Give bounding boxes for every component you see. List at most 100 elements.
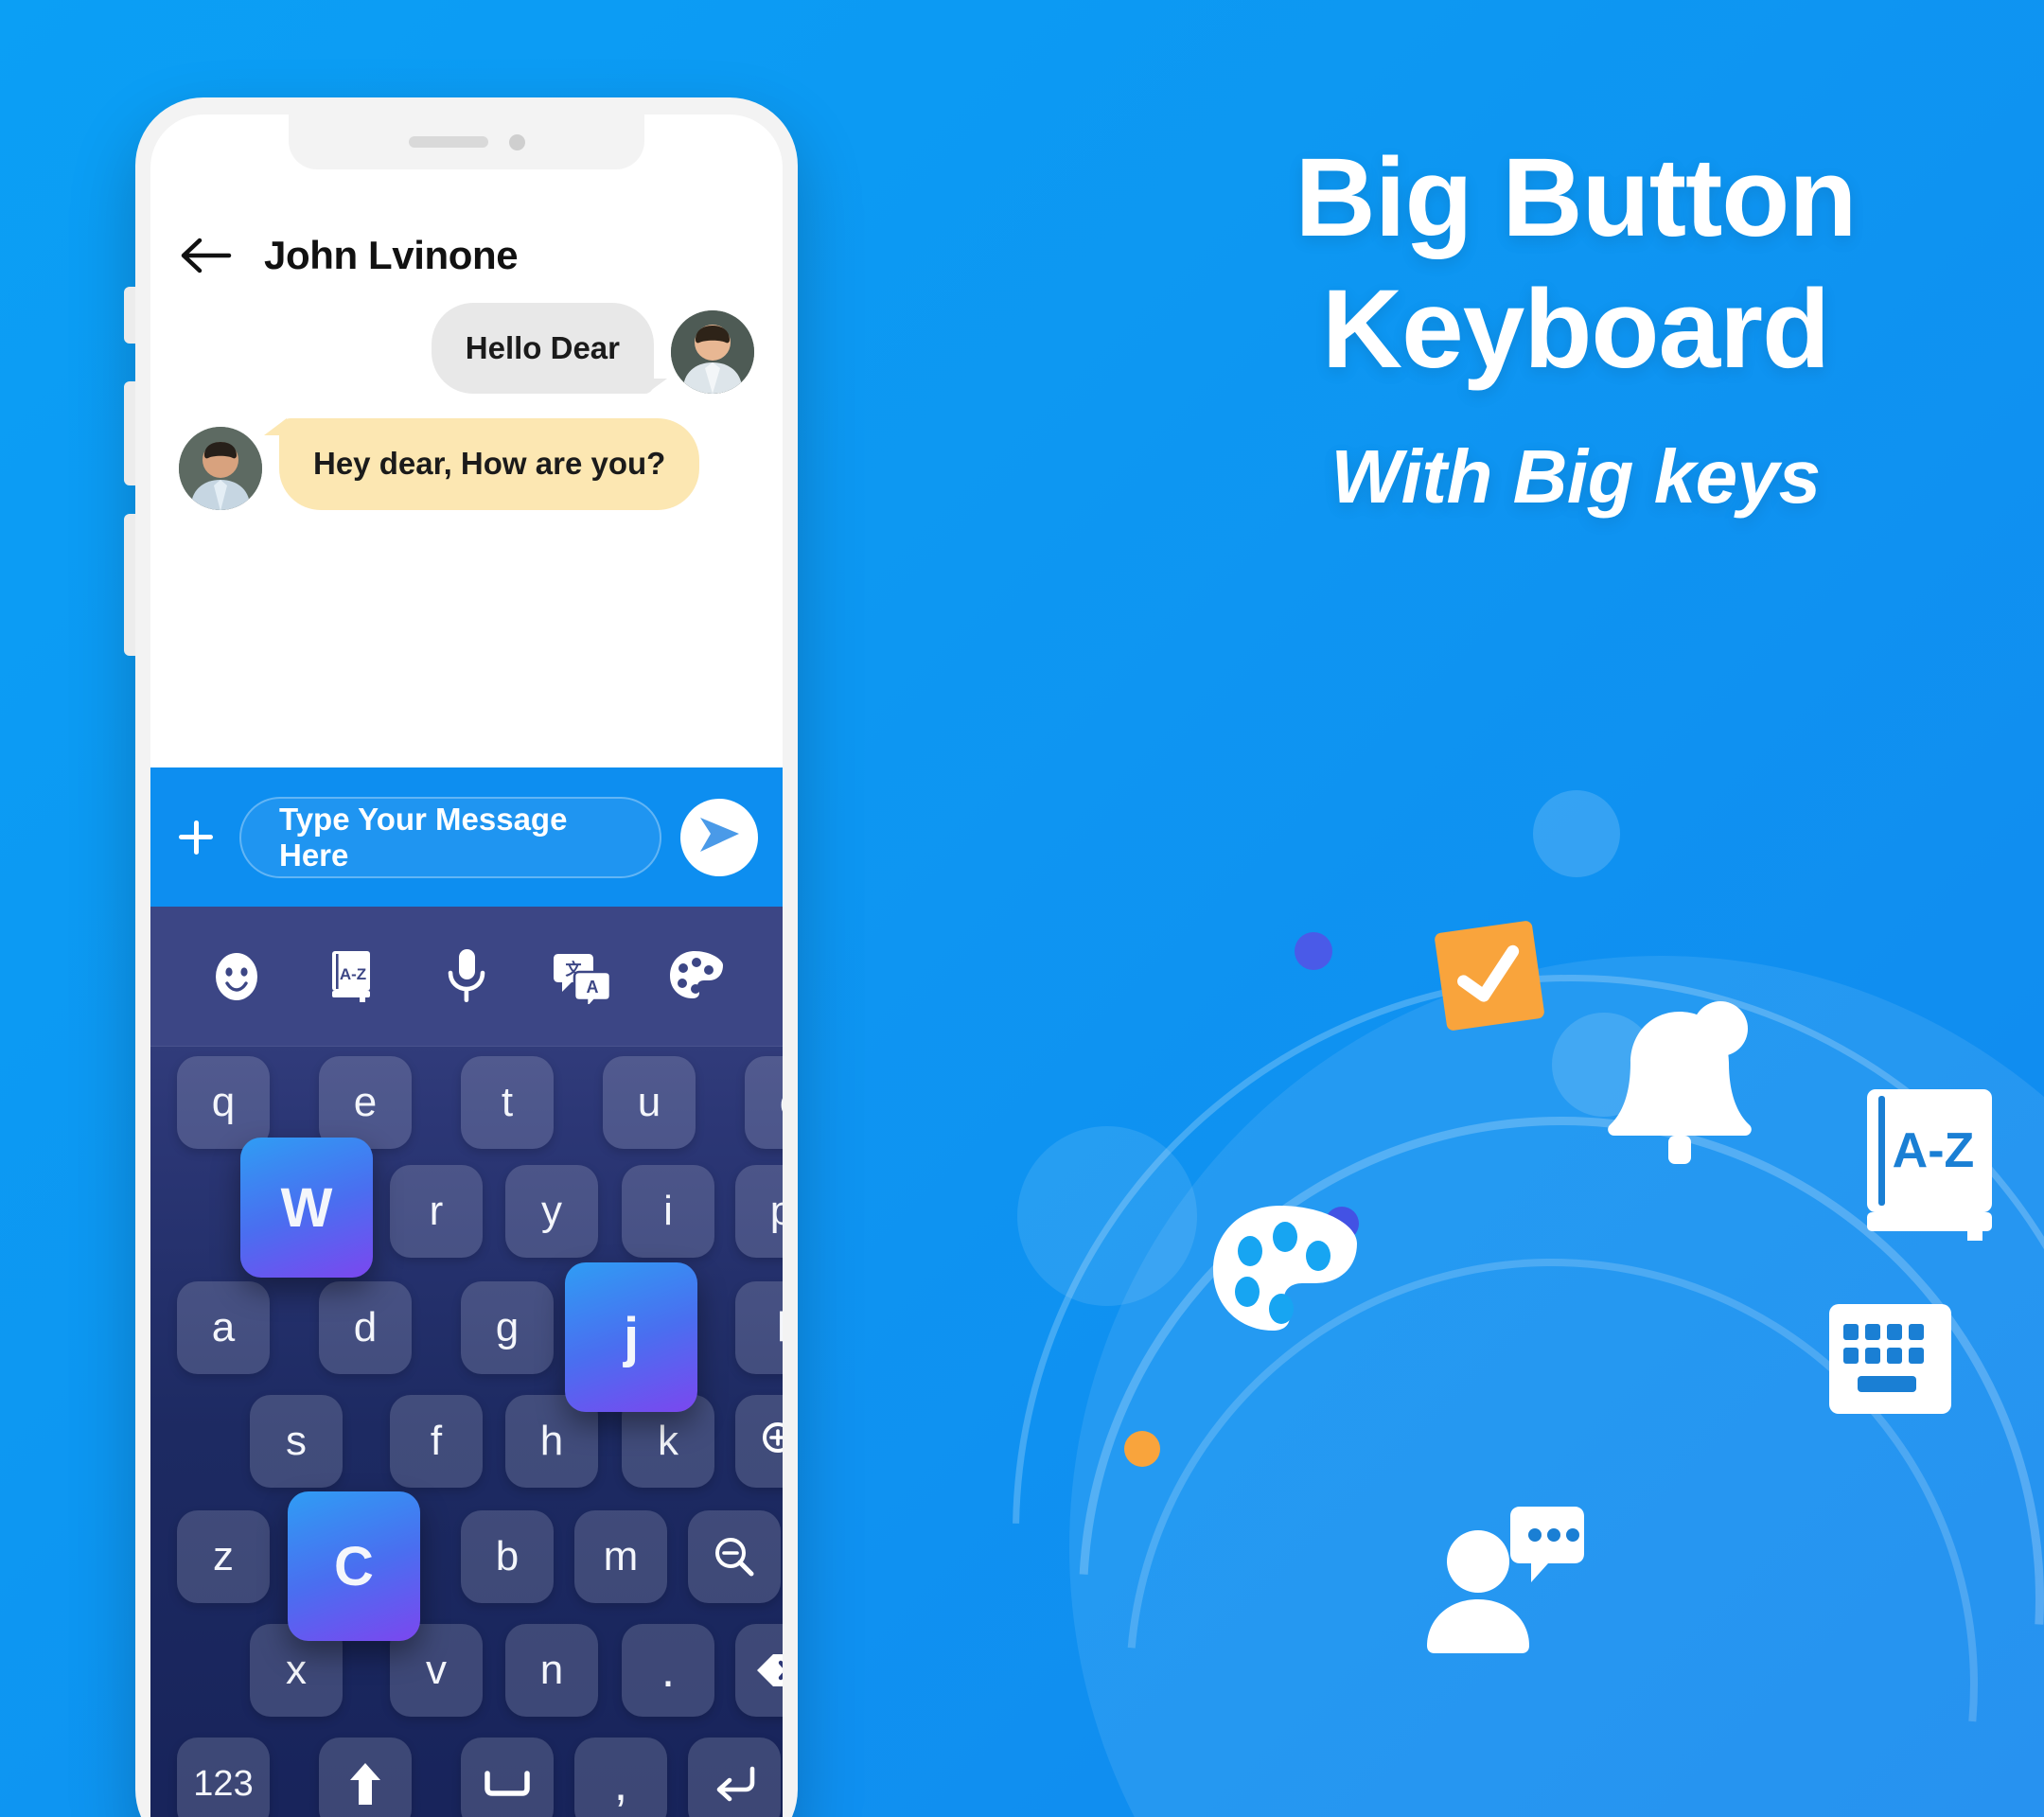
translate-icon[interactable]: 文 A xyxy=(553,947,611,1006)
promo-text-block: Big Button Keyboard With Big keys xyxy=(1173,132,1978,520)
person-chat-deco-icon xyxy=(1419,1495,1590,1656)
key-label: y xyxy=(541,1188,562,1234)
space-icon[interactable] xyxy=(461,1738,554,1817)
key-y[interactable]: y xyxy=(505,1165,598,1258)
phone-power-button[interactable] xyxy=(124,514,135,656)
promo-title-line2: Keyboard xyxy=(1321,267,1830,393)
user-avatar xyxy=(179,426,262,510)
key-f[interactable]: f xyxy=(390,1395,483,1488)
key-label: k xyxy=(658,1418,678,1464)
promo-title-line1: Big Button xyxy=(1295,135,1858,260)
contact-name: John Lvinone xyxy=(264,233,519,277)
svg-text:A-Z: A-Z xyxy=(1893,1123,1975,1178)
shift-icon[interactable] xyxy=(319,1738,412,1817)
backspace-icon[interactable] xyxy=(735,1624,783,1717)
key-d[interactable]: d xyxy=(319,1281,412,1374)
key-l[interactable]: l xyxy=(735,1281,783,1374)
svg-text:A: A xyxy=(586,978,598,997)
key-.[interactable]: . xyxy=(622,1624,714,1717)
earpiece-speaker xyxy=(408,136,488,148)
keyboard-toolbar: A-Z 文 A xyxy=(150,907,783,1047)
message-input[interactable]: Type Your Message Here xyxy=(239,796,661,878)
bg-blob-circle xyxy=(1533,790,1620,877)
key-p[interactable]: p xyxy=(735,1165,783,1258)
key-b[interactable]: b xyxy=(461,1510,554,1603)
key-label: f xyxy=(430,1418,443,1464)
key-label: x xyxy=(286,1647,307,1693)
send-icon xyxy=(696,813,743,861)
key-s[interactable]: s xyxy=(250,1395,343,1488)
key-label: W xyxy=(280,1176,333,1239)
bg-blob-left xyxy=(1017,1126,1197,1306)
zoom-in-icon[interactable] xyxy=(735,1395,783,1488)
page-title: Big Button Keyboard xyxy=(1173,132,1978,396)
key-label: t xyxy=(501,1079,514,1125)
key-label: p xyxy=(769,1188,783,1234)
key-label: 123 xyxy=(193,1763,254,1804)
key-z[interactable]: z xyxy=(177,1510,270,1603)
key-123[interactable]: 123 xyxy=(177,1738,270,1817)
key-label: . xyxy=(661,1643,676,1698)
key-W[interactable]: W xyxy=(240,1138,373,1278)
back-arrow-icon[interactable] xyxy=(181,238,232,273)
key-q[interactable]: q xyxy=(177,1056,270,1149)
key-label: j xyxy=(623,1306,640,1368)
key-label: m xyxy=(603,1533,639,1579)
dot-purple-1 xyxy=(1295,932,1332,970)
key-e[interactable]: e xyxy=(319,1056,412,1149)
message-bubble-incoming: Hey dear, How are you? xyxy=(263,418,700,510)
bell-deco-icon xyxy=(1599,998,1760,1178)
checkmark-deco-icon xyxy=(1430,916,1549,1035)
key-label: q xyxy=(211,1079,236,1125)
key-m[interactable]: m xyxy=(574,1510,667,1603)
message-row-incoming: Hey dear, How are you? xyxy=(179,418,754,510)
phone-screen: John Lvinone Hello Dear Hey dear, How ar… xyxy=(150,115,783,1817)
key-label: v xyxy=(426,1647,447,1693)
enter-icon[interactable] xyxy=(688,1738,781,1817)
key-label: e xyxy=(353,1079,378,1125)
dot-orange xyxy=(1124,1431,1160,1467)
key-j[interactable]: j xyxy=(565,1262,697,1412)
key-label: , xyxy=(613,1756,628,1811)
plus-icon[interactable] xyxy=(171,813,220,862)
key-i[interactable]: i xyxy=(622,1165,714,1258)
svg-text:A-Z: A-Z xyxy=(340,965,366,983)
message-input-bar: Type Your Message Here xyxy=(150,767,783,907)
key-C[interactable]: C xyxy=(288,1491,420,1641)
az-dictionary-icon[interactable]: A-Z xyxy=(322,947,380,1006)
key-label: n xyxy=(539,1647,564,1693)
phone-volume-button-up[interactable] xyxy=(124,287,135,344)
send-button[interactable] xyxy=(680,798,758,876)
key-,[interactable]: , xyxy=(574,1738,667,1817)
key-label: d xyxy=(353,1304,378,1350)
key-t[interactable]: t xyxy=(461,1056,554,1149)
key-label: h xyxy=(539,1418,564,1464)
key-u[interactable]: u xyxy=(603,1056,696,1149)
key-n[interactable]: n xyxy=(505,1624,598,1717)
zoom-out-icon[interactable] xyxy=(688,1510,781,1603)
bg-arc-1 xyxy=(781,743,2044,1817)
key-label: r xyxy=(429,1188,444,1234)
keyboard-deco-icon xyxy=(1826,1301,1954,1417)
key-label: a xyxy=(211,1304,236,1350)
keyboard: A-Z 文 A q e t u W r y i p a d g j l s f … xyxy=(150,907,783,1817)
promo-banner: A-Z Big Button Keyboard With Big keys Jo… xyxy=(0,0,2044,1817)
key-g[interactable]: g xyxy=(461,1281,554,1374)
phone-volume-button-down[interactable] xyxy=(124,381,135,485)
message-list: Hello Dear Hey dear, How are you? xyxy=(150,278,783,510)
key-label: g xyxy=(495,1304,520,1350)
key-label: i xyxy=(663,1188,673,1234)
message-row-outgoing: Hello Dear xyxy=(179,303,754,395)
microphone-icon[interactable] xyxy=(437,947,496,1006)
key-label: b xyxy=(495,1533,520,1579)
key-label: u xyxy=(637,1079,661,1125)
phone-notch xyxy=(289,115,644,169)
key-a[interactable]: a xyxy=(177,1281,270,1374)
key-r[interactable]: r xyxy=(390,1165,483,1258)
key-label: C xyxy=(334,1535,374,1597)
key-o[interactable]: o xyxy=(745,1056,783,1149)
az-book-deco-icon: A-Z xyxy=(1859,1084,2001,1244)
palette-icon[interactable] xyxy=(667,947,726,1006)
emoji-smiley-icon[interactable] xyxy=(207,947,266,1006)
message-bubble-outgoing: Hello Dear xyxy=(431,303,668,395)
